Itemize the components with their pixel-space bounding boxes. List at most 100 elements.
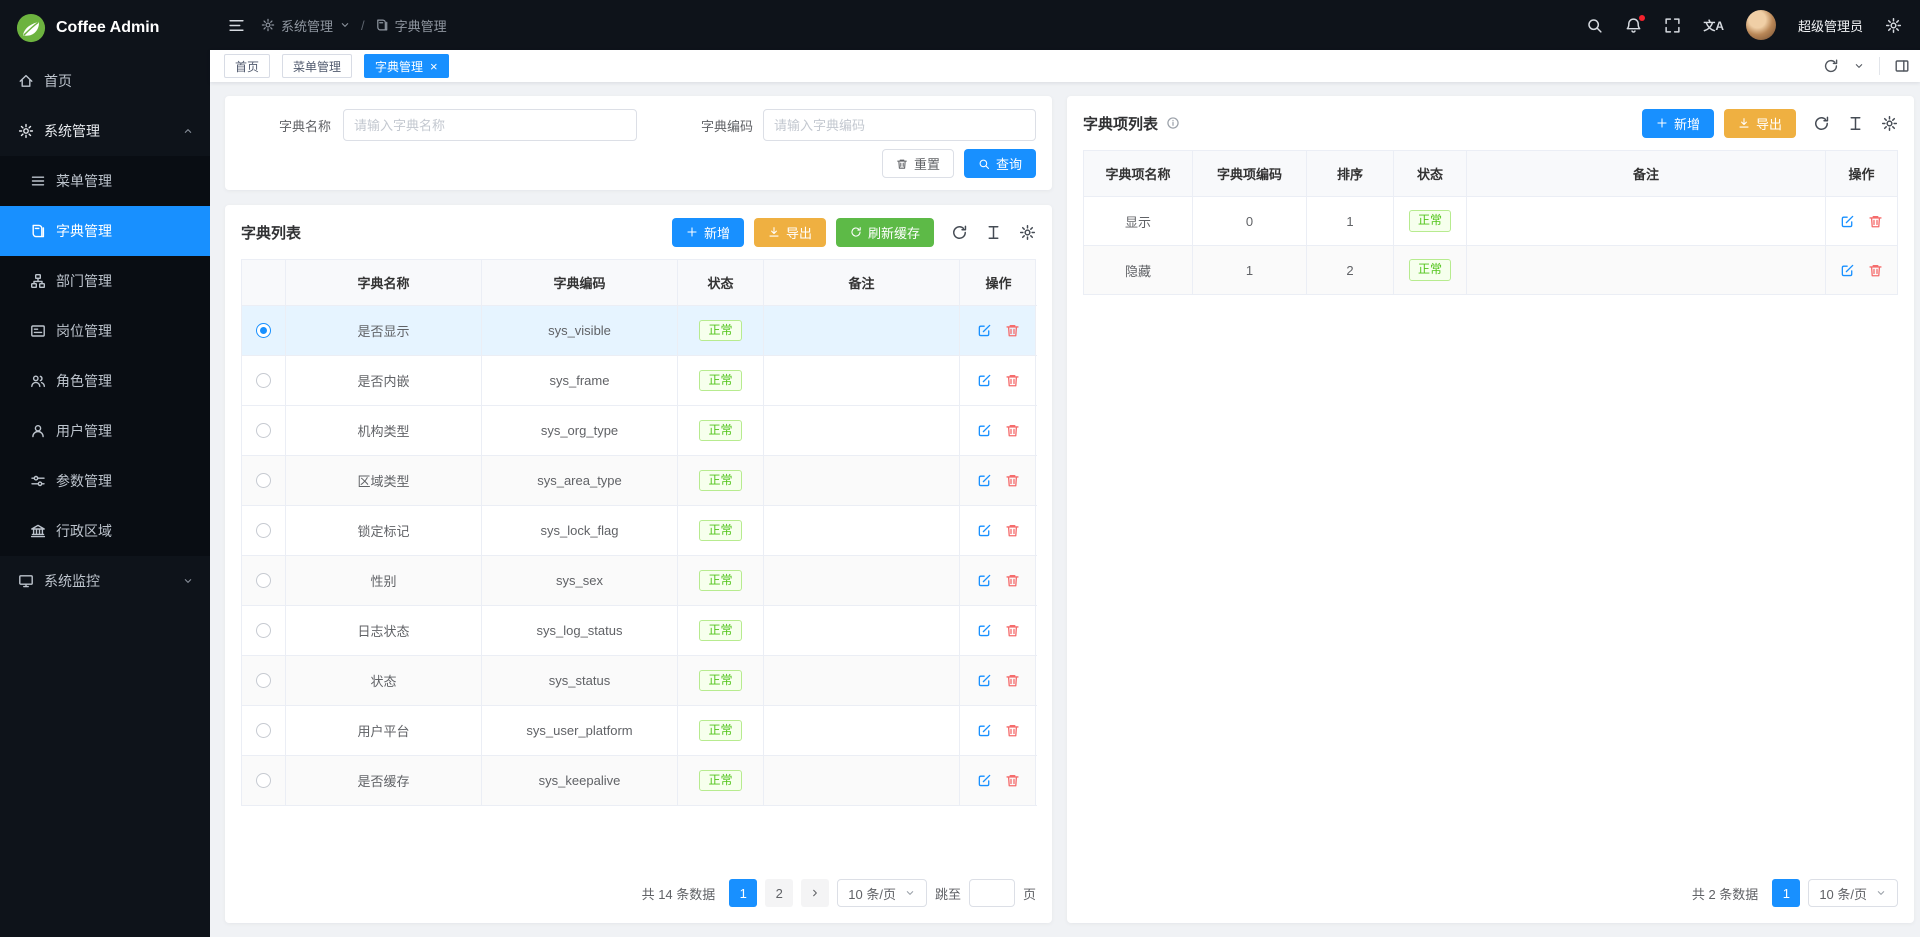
table-row[interactable]: 显示 0 1 正常 [1084, 197, 1897, 246]
edit-icon[interactable] [977, 673, 992, 688]
sidebar-item-user-mgmt[interactable]: 用户管理 [0, 406, 210, 456]
refresh-icon[interactable] [1823, 58, 1839, 74]
page-size-select[interactable]: 10 条/页 [1808, 879, 1898, 907]
row-radio[interactable] [256, 723, 271, 738]
dict-name-input[interactable] [343, 109, 637, 141]
row-radio[interactable] [256, 323, 271, 338]
settings-gear-icon[interactable] [1885, 17, 1902, 34]
row-radio[interactable] [256, 573, 271, 588]
row-radio[interactable] [256, 373, 271, 388]
sidebar-item-role-mgmt[interactable]: 角色管理 [0, 356, 210, 406]
row-radio[interactable] [256, 523, 271, 538]
page-1-button[interactable]: 1 [1772, 879, 1800, 907]
refresh-icon[interactable] [1813, 115, 1830, 132]
divider [1879, 57, 1880, 75]
row-radio[interactable] [256, 473, 271, 488]
table-row[interactable]: 用户平台 sys_user_platform 正常 [242, 706, 1035, 756]
tab-menu-mgmt[interactable]: 菜单管理 [282, 54, 352, 78]
page-1-button[interactable]: 1 [729, 879, 757, 907]
jump-page-input[interactable] [969, 879, 1015, 907]
row-radio[interactable] [256, 423, 271, 438]
table-row[interactable]: 性别 sys_sex 正常 [242, 556, 1035, 606]
avatar[interactable] [1746, 10, 1776, 40]
translate-icon[interactable]: 文A [1703, 17, 1724, 34]
row-radio[interactable] [256, 773, 271, 788]
delete-icon[interactable] [1005, 523, 1020, 538]
table-row[interactable]: 是否缓存 sys_keepalive 正常 [242, 756, 1035, 806]
table-row[interactable]: 日志状态 sys_log_status 正常 [242, 606, 1035, 656]
refresh-icon[interactable] [951, 224, 968, 241]
add-item-button[interactable]: 新增 [1642, 109, 1714, 138]
sidebar-item-dict-mgmt[interactable]: 字典管理 [0, 206, 210, 256]
dict-code-input[interactable] [763, 109, 1036, 141]
delete-icon[interactable] [1005, 473, 1020, 488]
settings-gear-icon[interactable] [1019, 224, 1036, 241]
row-radio[interactable] [256, 673, 271, 688]
query-button[interactable]: 查询 [964, 149, 1036, 178]
delete-icon[interactable] [1005, 573, 1020, 588]
row-radio[interactable] [256, 623, 271, 638]
hamburger-icon[interactable] [228, 17, 245, 34]
table-row[interactable]: 是否显示 sys_visible 正常 [242, 306, 1035, 356]
export-dict-button[interactable]: 导出 [754, 218, 826, 247]
delete-icon[interactable] [1005, 373, 1020, 388]
user-name[interactable]: 超级管理员 [1798, 16, 1863, 35]
edit-icon[interactable] [977, 523, 992, 538]
edit-icon[interactable] [977, 773, 992, 788]
reset-button[interactable]: 重置 [882, 149, 954, 178]
tab-home[interactable]: 首页 [224, 54, 270, 78]
delete-icon[interactable] [1005, 323, 1020, 338]
sidebar-item-post-mgmt[interactable]: 岗位管理 [0, 306, 210, 356]
refresh-cache-button[interactable]: 刷新缓存 [836, 218, 934, 247]
table-row[interactable]: 状态 sys_status 正常 [242, 656, 1035, 706]
sidebar-item-system-monitor[interactable]: 系统监控 [0, 556, 210, 606]
edit-icon[interactable] [977, 423, 992, 438]
table-row[interactable]: 机构类型 sys_org_type 正常 [242, 406, 1035, 456]
table-row[interactable]: 锁定标记 sys_lock_flag 正常 [242, 506, 1035, 556]
status-badge: 正常 [1409, 210, 1451, 232]
edit-icon[interactable] [977, 573, 992, 588]
breadcrumb-dict-mgmt[interactable]: 字典管理 [375, 16, 447, 35]
column-height-icon[interactable] [1847, 115, 1864, 132]
page-2-button[interactable]: 2 [765, 879, 793, 907]
layout-panel-icon[interactable] [1894, 58, 1910, 74]
edit-icon[interactable] [1840, 263, 1855, 278]
delete-icon[interactable] [1005, 623, 1020, 638]
add-dict-button[interactable]: 新增 [672, 218, 744, 247]
status-badge: 正常 [699, 520, 741, 542]
edit-icon[interactable] [977, 473, 992, 488]
info-icon[interactable] [1166, 116, 1180, 130]
delete-icon[interactable] [1005, 723, 1020, 738]
table-row[interactable]: 是否内嵌 sys_frame 正常 [242, 356, 1035, 406]
notifications-button[interactable] [1625, 17, 1642, 34]
sidebar-item-param-mgmt[interactable]: 参数管理 [0, 456, 210, 506]
sidebar-item-menu-mgmt[interactable]: 菜单管理 [0, 156, 210, 206]
column-height-icon[interactable] [985, 224, 1002, 241]
page-size-select[interactable]: 10 条/页 [837, 879, 927, 907]
delete-icon[interactable] [1868, 214, 1883, 229]
sidebar-item-home[interactable]: 首页 [0, 56, 210, 106]
breadcrumb-system-mgmt[interactable]: 系统管理 [261, 16, 351, 35]
edit-icon[interactable] [977, 723, 992, 738]
settings-gear-icon[interactable] [1881, 115, 1898, 132]
fullscreen-icon[interactable] [1664, 17, 1681, 34]
chevron-down-icon[interactable] [1853, 60, 1865, 72]
delete-icon[interactable] [1868, 263, 1883, 278]
edit-icon[interactable] [977, 623, 992, 638]
next-page-button[interactable] [801, 879, 829, 907]
delete-icon[interactable] [1005, 423, 1020, 438]
edit-icon[interactable] [977, 323, 992, 338]
table-row[interactable]: 隐藏 1 2 正常 [1084, 246, 1897, 295]
table-row[interactable]: 区域类型 sys_area_type 正常 [242, 456, 1035, 506]
tab-dict-mgmt[interactable]: 字典管理 × [364, 54, 449, 78]
edit-icon[interactable] [977, 373, 992, 388]
sidebar-item-region[interactable]: 行政区域 [0, 506, 210, 556]
delete-icon[interactable] [1005, 773, 1020, 788]
search-icon[interactable] [1586, 17, 1603, 34]
sidebar-item-dept-mgmt[interactable]: 部门管理 [0, 256, 210, 306]
delete-icon[interactable] [1005, 673, 1020, 688]
close-icon[interactable]: × [430, 60, 438, 73]
export-items-button[interactable]: 导出 [1724, 109, 1796, 138]
edit-icon[interactable] [1840, 214, 1855, 229]
sidebar-item-system-mgmt[interactable]: 系统管理 [0, 106, 210, 156]
